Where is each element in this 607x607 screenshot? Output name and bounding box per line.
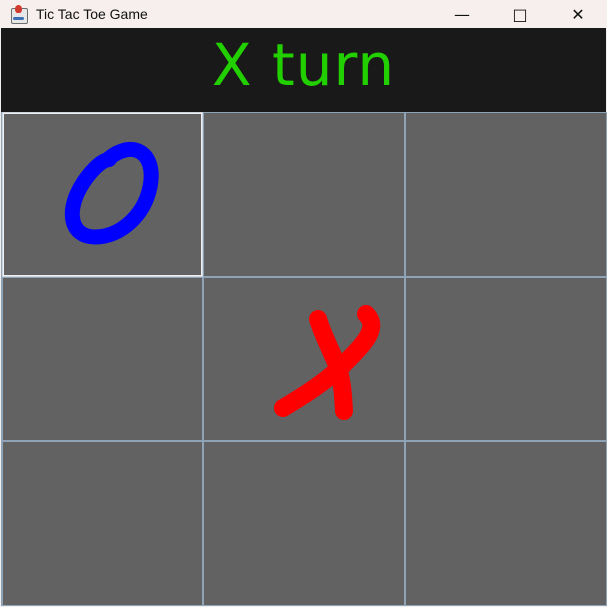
board-cell-3[interactable] — [405, 112, 607, 277]
close-button[interactable]: ✕ — [549, 0, 607, 28]
maximize-button[interactable]: □ — [491, 0, 549, 28]
board-cell-2[interactable] — [203, 112, 405, 277]
tic-tac-toe-window: Tic Tac Toe Game — □ ✕ X turn — [0, 0, 607, 607]
title-bar: Tic Tac Toe Game — □ ✕ — [0, 0, 607, 28]
turn-header: X turn — [1, 28, 606, 112]
window-controls: — □ ✕ — [433, 0, 607, 28]
board-cell-6[interactable] — [405, 277, 607, 441]
board-cell-1[interactable] — [2, 112, 203, 277]
game-board — [1, 112, 607, 606]
close-icon: ✕ — [571, 4, 585, 24]
minimize-icon: — — [454, 4, 470, 24]
turn-status: X turn — [211, 31, 396, 99]
maximize-icon: □ — [512, 4, 528, 24]
board-cell-4[interactable] — [2, 277, 203, 441]
window-title: Tic Tac Toe Game — [36, 6, 148, 22]
board-cell-5[interactable] — [203, 277, 405, 441]
minimize-button[interactable]: — — [433, 0, 491, 28]
o-mark — [16, 112, 215, 275]
x-mark — [218, 274, 418, 436]
board-cell-7[interactable] — [2, 441, 203, 606]
board-cell-9[interactable] — [405, 441, 607, 606]
java-app-icon — [9, 4, 29, 24]
board-cell-8[interactable] — [203, 441, 405, 606]
